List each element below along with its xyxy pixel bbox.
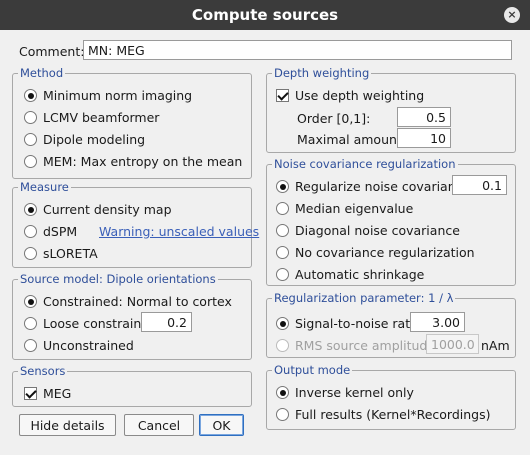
measure-option-current-density[interactable]: Current density map xyxy=(24,202,172,217)
measure-option-dspm[interactable]: dSPM xyxy=(24,224,77,239)
radio-icon[interactable] xyxy=(24,111,37,124)
regparam-rms-label: RMS source amplitude: xyxy=(295,338,440,353)
measure-group-title: Measure xyxy=(18,180,71,194)
measure-option-sloreta[interactable]: sLORETA xyxy=(24,246,98,261)
noise-covariance-group-title: Noise covariance regularization xyxy=(272,157,458,171)
depth-order-label: Order [0,1]: xyxy=(297,111,371,126)
sensors-group-title: Sensors xyxy=(18,364,68,378)
method-option-label: MEM: Max entropy on the mean xyxy=(43,154,243,169)
radio-icon[interactable] xyxy=(24,89,37,102)
radio-icon[interactable] xyxy=(276,202,289,215)
hide-details-button[interactable]: Hide details xyxy=(19,414,116,436)
method-option-lcmv[interactable]: LCMV beamformer xyxy=(24,110,159,125)
orientation-constrained-label: Constrained: Normal to cortex xyxy=(43,294,232,309)
method-option-minimum-norm[interactable]: Minimum norm imaging xyxy=(24,88,192,103)
radio-icon[interactable] xyxy=(24,247,37,260)
radio-icon[interactable] xyxy=(24,317,37,330)
output-option-kernel[interactable]: Inverse kernel only xyxy=(276,385,414,400)
method-group-title: Method xyxy=(18,66,66,80)
sensors-group: Sensors MEG xyxy=(12,364,252,407)
measure-option-label: sLORETA xyxy=(43,246,98,261)
method-option-label: Minimum norm imaging xyxy=(43,88,193,103)
noise-option-label: Regularize noise covariance: xyxy=(295,179,475,194)
use-depth-weighting-label: Use depth weighting xyxy=(295,88,425,103)
orientation-constrained[interactable]: Constrained: Normal to cortex xyxy=(24,294,232,309)
rms-amplitude-input xyxy=(426,334,479,354)
output-option-label: Inverse kernel only xyxy=(295,385,414,400)
radio-icon[interactable] xyxy=(24,133,37,146)
depth-weighting-group: Depth weighting Use depth weighting Orde… xyxy=(266,66,516,153)
method-option-mem[interactable]: MEM: Max entropy on the mean xyxy=(24,154,242,169)
use-depth-weighting-checkbox[interactable]: Use depth weighting xyxy=(276,88,424,103)
orientation-loose-label: Loose constraints xyxy=(43,316,153,331)
noise-option-label: No covariance regularization xyxy=(295,245,475,260)
output-mode-group-title: Output mode xyxy=(272,363,353,377)
checkbox-icon[interactable] xyxy=(276,89,289,102)
method-group: Method Minimum norm imaging LCMV beamfor… xyxy=(12,66,252,179)
noise-option-label: Median eigenvalue xyxy=(295,201,414,216)
radio-icon[interactable] xyxy=(24,295,37,308)
regularization-parameter-group: Regularization parameter: 1 / λ Signal-t… xyxy=(266,291,516,358)
unscaled-warning-link[interactable]: Warning: unscaled values xyxy=(99,224,259,239)
checkbox-icon[interactable] xyxy=(24,387,37,400)
radio-icon[interactable] xyxy=(276,224,289,237)
noise-option-median[interactable]: Median eigenvalue xyxy=(276,201,413,216)
noise-option-regularize[interactable]: Regularize noise covariance: xyxy=(276,179,474,194)
close-icon[interactable]: × xyxy=(504,7,520,23)
orientation-loose[interactable]: Loose constraints xyxy=(24,316,153,331)
output-option-label: Full results (Kernel*Recordings) xyxy=(295,407,491,422)
title-bar: Compute sources × xyxy=(0,0,530,30)
radio-icon[interactable] xyxy=(24,203,37,216)
orientation-unconstrained-label: Unconstrained xyxy=(43,338,134,353)
orientation-unconstrained[interactable]: Unconstrained xyxy=(24,338,134,353)
loose-constraint-input[interactable] xyxy=(141,312,192,332)
window-title: Compute sources xyxy=(191,6,339,24)
method-option-label: LCMV beamformer xyxy=(43,110,160,125)
source-model-group-title: Source model: Dipole orientations xyxy=(18,272,218,286)
regularization-parameter-group-title: Regularization parameter: 1 / λ xyxy=(272,291,456,305)
measure-option-label: dSPM xyxy=(43,224,78,239)
snr-input[interactable] xyxy=(410,312,465,332)
radio-icon[interactable] xyxy=(276,268,289,281)
method-option-dipole[interactable]: Dipole modeling xyxy=(24,132,145,147)
regparam-snr-label: Signal-to-noise ratio: xyxy=(295,316,426,331)
depth-order-input[interactable] xyxy=(397,107,451,127)
radio-icon[interactable] xyxy=(276,317,289,330)
noise-option-none[interactable]: No covariance regularization xyxy=(276,245,475,260)
noise-covariance-group: Noise covariance regularization Regulari… xyxy=(266,157,516,286)
maximal-amount-input[interactable] xyxy=(397,128,451,148)
radio-icon[interactable] xyxy=(24,339,37,352)
radio-icon[interactable] xyxy=(276,246,289,259)
noise-regularize-input[interactable] xyxy=(452,175,507,195)
ok-button[interactable]: OK xyxy=(199,414,244,436)
noise-option-diagonal[interactable]: Diagonal noise covariance xyxy=(276,223,460,238)
cancel-button[interactable]: Cancel xyxy=(124,414,194,436)
measure-group: Measure Current density map dSPM Warning… xyxy=(12,180,259,268)
comment-label: Comment: xyxy=(19,44,85,59)
regparam-option-snr[interactable]: Signal-to-noise ratio: xyxy=(276,316,425,331)
measure-option-label: Current density map xyxy=(43,202,172,217)
sensor-meg-label: MEG xyxy=(43,386,72,401)
output-option-full[interactable]: Full results (Kernel*Recordings) xyxy=(276,407,491,422)
noise-option-shrinkage[interactable]: Automatic shrinkage xyxy=(276,267,424,282)
source-model-group: Source model: Dipole orientations Constr… xyxy=(12,272,252,360)
noise-option-label: Automatic shrinkage xyxy=(295,267,425,282)
radio-icon[interactable] xyxy=(276,339,289,352)
rms-unit-label: nAm xyxy=(481,338,510,353)
depth-weighting-group-title: Depth weighting xyxy=(272,66,372,80)
noise-option-label: Diagonal noise covariance xyxy=(295,223,460,238)
radio-icon[interactable] xyxy=(24,155,37,168)
comment-input[interactable] xyxy=(83,40,512,60)
radio-icon[interactable] xyxy=(276,180,289,193)
radio-icon[interactable] xyxy=(276,386,289,399)
method-option-label: Dipole modeling xyxy=(43,132,146,147)
sensor-meg-checkbox[interactable]: MEG xyxy=(24,386,71,401)
regparam-option-rms[interactable]: RMS source amplitude: xyxy=(276,338,439,353)
radio-icon[interactable] xyxy=(276,408,289,421)
maximal-amount-label: Maximal amount: xyxy=(297,132,407,147)
radio-icon[interactable] xyxy=(24,225,37,238)
output-mode-group: Output mode Inverse kernel only Full res… xyxy=(266,363,516,430)
